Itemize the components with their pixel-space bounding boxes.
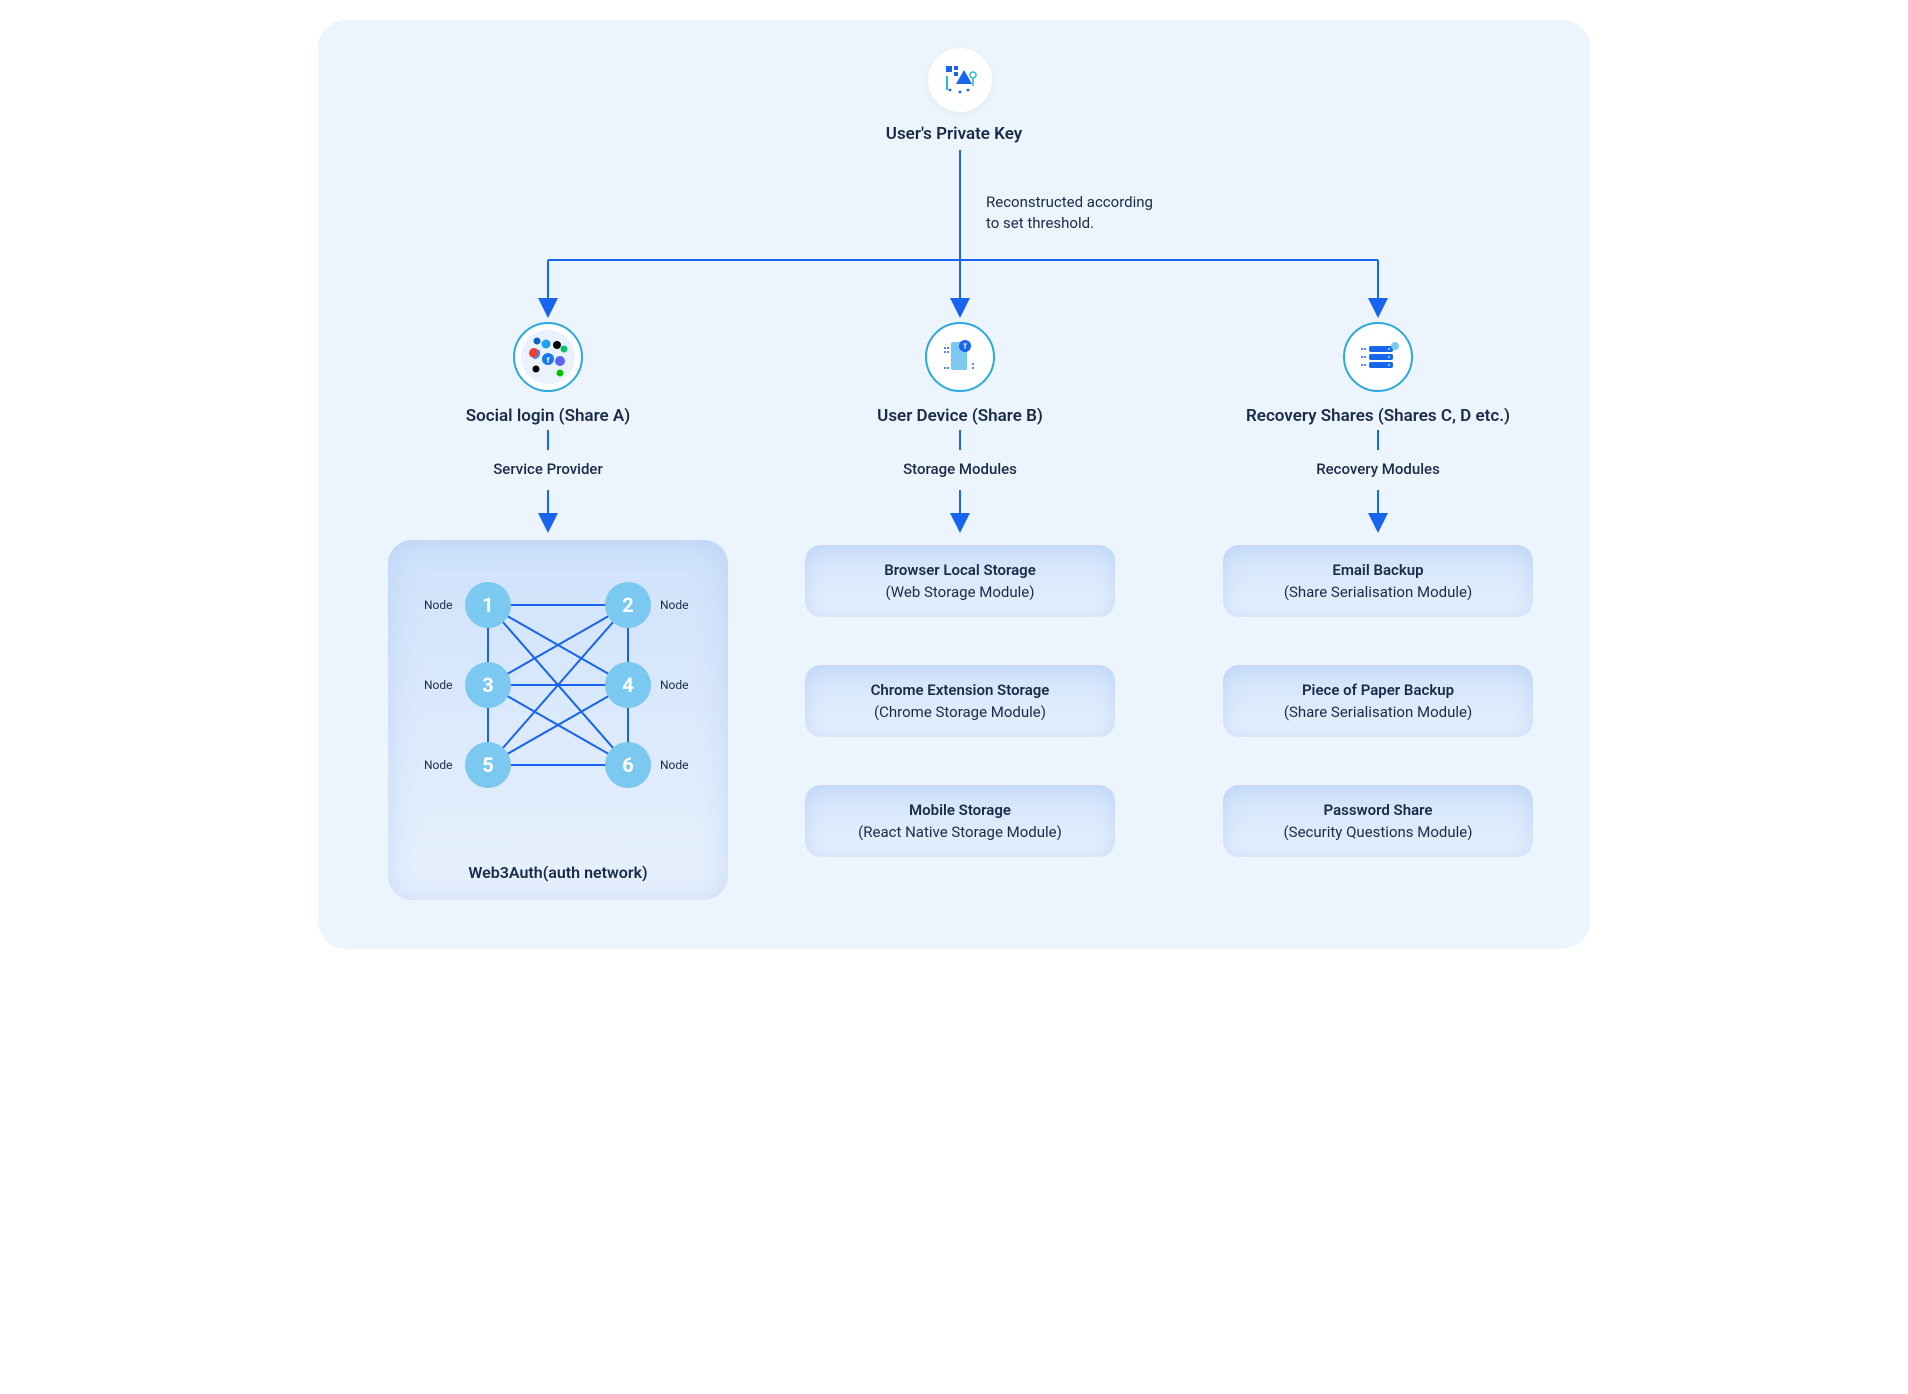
network-graph-lines [388,540,728,900]
module-line1: Password Share [1233,801,1523,819]
module-chrome-extension-storage: Chrome Extension Storage (Chrome Storage… [805,665,1115,737]
top-title: User's Private Key [318,124,1590,144]
network-node-5: 5 [465,742,511,788]
module-line2: (Chrome Storage Module) [815,703,1105,721]
module-browser-local-storage: Browser Local Storage (Web Storage Modul… [805,545,1115,617]
user-device-icon: T [925,322,995,392]
module-email-backup: Email Backup (Share Serialisation Module… [1223,545,1533,617]
annotation-line2: to set threshold. [986,213,1153,234]
module-line2: (React Native Storage Module) [815,823,1105,841]
branch-a-sub: Service Provider [458,460,638,478]
social-login-icon: f [513,322,583,392]
network-node-2: 2 [605,582,651,628]
recovery-shares-icon [1343,322,1413,392]
branch-a-title: Social login (Share A) [438,406,658,426]
network-node-3: 3 [465,662,511,708]
module-line2: (Share Serialisation Module) [1233,703,1523,721]
auth-network-box: 1 2 3 4 5 6 Node Node Node Node Node Nod… [388,540,728,900]
network-node-1: 1 [465,582,511,628]
module-paper-backup: Piece of Paper Backup (Share Serialisati… [1223,665,1533,737]
node-label: Node [424,758,453,772]
network-title: Web3Auth(auth network) [388,863,728,882]
module-password-share: Password Share (Security Questions Modul… [1223,785,1533,857]
module-line1: Piece of Paper Backup [1233,681,1523,699]
node-label: Node [660,678,689,692]
node-label: Node [660,598,689,612]
svg-text:f: f [547,356,550,365]
private-key-icon [928,48,992,112]
branch-c-title: Recovery Shares (Shares C, D etc.) [1228,406,1528,426]
network-node-6: 6 [605,742,651,788]
module-line2: (Share Serialisation Module) [1233,583,1523,601]
threshold-annotation: Reconstructed according to set threshold… [986,192,1153,234]
svg-text:T: T [963,343,968,351]
node-label: Node [660,758,689,772]
module-mobile-storage: Mobile Storage (React Native Storage Mod… [805,785,1115,857]
node-label: Node [424,678,453,692]
branch-b-sub: Storage Modules [878,460,1042,478]
module-line1: Mobile Storage [815,801,1105,819]
module-line1: Email Backup [1233,561,1523,579]
branch-c-sub: Recovery Modules [1288,460,1468,478]
module-line1: Browser Local Storage [815,561,1105,579]
annotation-line1: Reconstructed according [986,192,1153,213]
node-label: Node [424,598,453,612]
network-node-4: 4 [605,662,651,708]
module-line1: Chrome Extension Storage [815,681,1105,699]
branch-b-title: User Device (Share B) [848,406,1072,426]
diagram-canvas: User's Private Key Reconstructed accordi… [318,20,1590,949]
module-line2: (Web Storage Module) [815,583,1105,601]
module-line2: (Security Questions Module) [1233,823,1523,841]
